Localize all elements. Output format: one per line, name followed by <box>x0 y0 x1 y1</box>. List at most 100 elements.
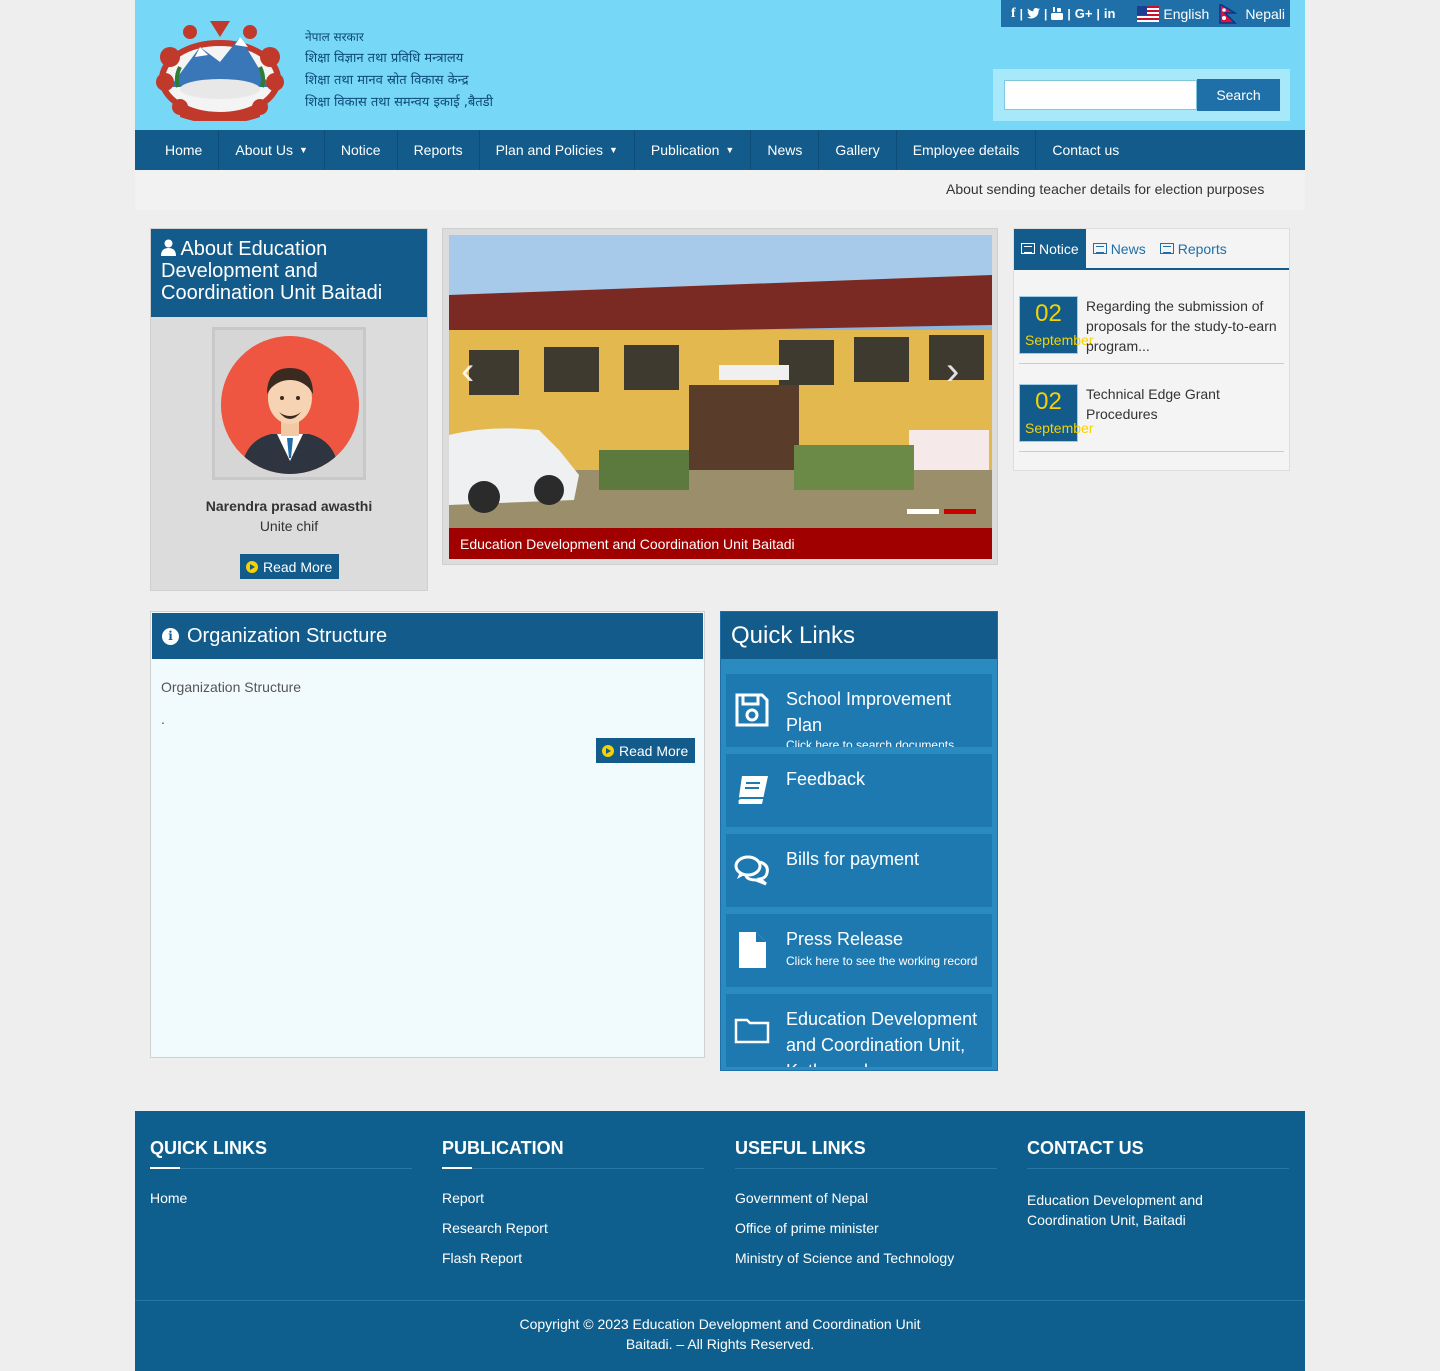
notice-news-tabs: Notice News Reports 02 September Regardi… <box>1013 228 1290 471</box>
caret-down-icon: ▼ <box>609 145 618 155</box>
date-day: 02 <box>1035 300 1062 327</box>
nav-about-us[interactable]: About Us ▼ <box>219 130 325 170</box>
footer-link[interactable]: Report <box>442 1190 704 1220</box>
footer-link[interactable]: Office of prime minister <box>735 1220 997 1250</box>
footer-heading: CONTACT US <box>1027 1138 1289 1169</box>
about-read-more-button[interactable]: Read More <box>240 554 340 579</box>
nav-label: Plan and Policies <box>495 142 603 158</box>
caret-down-icon: ▼ <box>725 145 735 155</box>
tab-reports[interactable]: Reports <box>1153 229 1234 268</box>
chief-role: Unite chif <box>259 518 319 534</box>
carousel-prev-icon[interactable]: ‹ <box>461 349 474 394</box>
search-button[interactable]: Search <box>1197 79 1280 111</box>
office-line-3: शिक्षा तथा मानव स्रोत विकास केन्द्र <box>305 73 469 88</box>
contact-address: Education Development and Coordination U… <box>1027 1192 1203 1228</box>
copyright-line-2: Baitadi. – All Rights Reserved. <box>625 1336 815 1352</box>
comments-icon <box>734 855 769 886</box>
copyright-line-1: Copyright © 2023 Education Development a… <box>519 1316 921 1332</box>
google-plus-icon[interactable]: G+ <box>1075 6 1093 21</box>
quick-link-title: Education Development and Coordination U… <box>786 1009 978 1067</box>
ticker-text[interactable]: About sending teacher details for electi… <box>946 181 1264 197</box>
organization-structure-panel: i Organization Structure Organization St… <box>150 611 705 1058</box>
nepal-emblem-logo[interactable] <box>150 17 290 121</box>
quick-link-sub: Click here to see the working record <box>786 954 978 968</box>
nav-employee-details[interactable]: Employee details <box>897 130 1037 170</box>
linkedin-icon[interactable]: in <box>1104 6 1116 21</box>
footer-heading: PUBLICATION <box>442 1138 704 1169</box>
floppy-icon <box>735 693 769 727</box>
nav-plan-and-policies[interactable]: Plan and Policies ▼ <box>480 130 635 170</box>
carousel-indicator[interactable] <box>907 509 939 514</box>
about-panel-header: About Education Development and Coordina… <box>151 229 427 317</box>
nav-label: Reports <box>413 142 463 158</box>
main-content: About Education Development and Coordina… <box>135 210 1305 1106</box>
carousel-next-icon[interactable]: › <box>946 349 959 394</box>
nav-home[interactable]: Home <box>150 130 220 170</box>
nav-label: Gallery <box>835 142 880 158</box>
nepal-flag-icon <box>1219 3 1238 24</box>
quick-link-bills-for-payment[interactable]: Bills for payment <box>726 834 992 907</box>
quick-link-feedback[interactable]: Feedback <box>726 754 992 827</box>
list-item[interactable]: 02 September Regarding the submission of… <box>1019 296 1284 364</box>
tab-label: Reports <box>1177 240 1227 257</box>
quick-link-school-improvement-plan[interactable]: School Improvement Plan Click here to se… <box>726 674 992 747</box>
carousel-indicator-active[interactable] <box>944 509 976 514</box>
quick-link-title: Press Release <box>786 929 904 949</box>
org-read-more-button[interactable]: Read More <box>596 738 696 763</box>
footer-link[interactable]: Research Report <box>442 1220 704 1250</box>
footer-contact: CONTACT US Education Development and Coo… <box>1027 1138 1289 1230</box>
carousel-caption: Education Development and Coordination U… <box>449 528 992 559</box>
nav-gallery[interactable]: Gallery <box>819 130 897 170</box>
twitter-icon[interactable] <box>1027 8 1041 19</box>
facebook-icon[interactable]: f <box>1011 6 1016 22</box>
org-body-dot: . <box>161 711 165 727</box>
notice-title[interactable]: Regarding the submission of proposals fo… <box>1086 296 1284 356</box>
org-body-text: Organization Structure <box>161 679 302 695</box>
lang-english-link[interactable]: English <box>1163 6 1209 22</box>
nav-label: Notice <box>340 142 381 158</box>
footer-link[interactable]: Home <box>150 1190 412 1220</box>
footer-heading: QUICK LINKS <box>150 1138 412 1169</box>
separator: | <box>1096 6 1100 21</box>
footer-link[interactable]: Flash Report <box>442 1250 704 1280</box>
lang-nepali-link[interactable]: Nepali <box>1245 6 1285 22</box>
footer-publication: PUBLICATION Report Research Report Flash… <box>442 1138 704 1280</box>
office-line-1: नेपाल सरकार <box>305 30 364 44</box>
newspaper-icon <box>1021 243 1035 254</box>
book-icon <box>736 776 768 805</box>
quick-links-header: Quick Links <box>721 612 997 659</box>
list-item[interactable]: 02 September Technical Edge Grant Proced… <box>1019 384 1284 452</box>
news-ticker: About sending teacher details for electi… <box>135 170 1305 210</box>
user-icon <box>161 239 176 256</box>
footer-link[interactable]: Government of Nepal <box>735 1190 997 1220</box>
date-month: September <box>1025 420 1094 436</box>
play-circle-icon <box>246 560 258 573</box>
heading-underline <box>442 1167 472 1169</box>
youtube-icon[interactable] <box>1051 7 1064 20</box>
separator: | <box>1067 6 1071 21</box>
main-nav: Home About Us ▼ Notice Reports Plan and P… <box>135 130 1305 170</box>
nav-contact-us[interactable]: Contact us <box>1036 130 1135 170</box>
nav-notice[interactable]: Notice <box>325 130 398 170</box>
org-panel-header: i Organization Structure <box>152 613 703 659</box>
site-footer: QUICK LINKS Home PUBLICATION Report Rese… <box>135 1111 1305 1371</box>
nav-news[interactable]: News <box>751 130 820 170</box>
tab-news[interactable]: News <box>1086 229 1153 268</box>
chief-name: Narendra prasad awasthi <box>205 498 373 514</box>
tab-notice[interactable]: Notice <box>1014 229 1086 268</box>
notice-title[interactable]: Technical Edge Grant Procedures <box>1086 384 1284 424</box>
search-input[interactable] <box>1004 80 1197 110</box>
quick-link-edcu-kathmandu[interactable]: Education Development and Coordination U… <box>726 994 992 1067</box>
nav-reports[interactable]: Reports <box>398 130 480 170</box>
copyright: Copyright © 2023 Education Development a… <box>135 1300 1305 1354</box>
footer-link[interactable]: Ministry of Science and Technology <box>735 1250 997 1280</box>
nav-label: Publication <box>650 142 720 158</box>
site-header: नेपाल सरकार शिक्षा विज्ञान तथा प्रविधि म… <box>135 0 1305 130</box>
quick-link-title: Feedback <box>786 769 866 789</box>
top-bar: f | | | G+ | in English Nepali <box>1001 0 1290 27</box>
nav-publication[interactable]: Publication ▼ <box>635 130 752 170</box>
search-box: Search <box>993 69 1290 121</box>
avatar <box>221 336 359 474</box>
heading-underline <box>150 1167 180 1169</box>
quick-link-press-release[interactable]: Press Release Click here to see the work… <box>726 914 992 987</box>
